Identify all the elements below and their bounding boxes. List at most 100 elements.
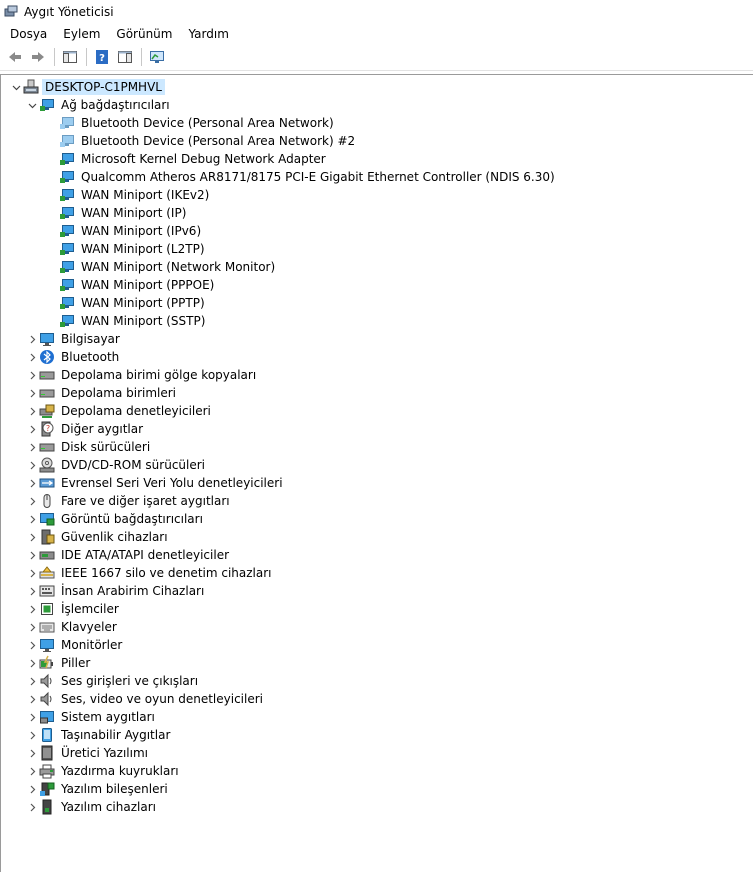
tree-item-label: WAN Miniport (SSTP) bbox=[81, 314, 206, 328]
device-category[interactable]: Evrensel Seri Veri Yolu denetleyicileri bbox=[1, 474, 753, 492]
device-category[interactable]: Depolama birimi gölge kopyaları bbox=[1, 366, 753, 384]
device-category[interactable]: Yazılım bileşenleri bbox=[1, 780, 753, 798]
network-adapter-item[interactable]: WAN Miniport (IP) bbox=[1, 204, 753, 222]
chevron-right-icon[interactable] bbox=[25, 456, 39, 474]
device-category[interactable]: Klavyeler bbox=[1, 618, 753, 636]
chevron-right-icon[interactable] bbox=[25, 582, 39, 600]
chevron-right-icon[interactable] bbox=[25, 618, 39, 636]
chevron-right-icon[interactable] bbox=[25, 744, 39, 762]
network-adapter-item[interactable]: WAN Miniport (IPv6) bbox=[1, 222, 753, 240]
device-category[interactable]: Sistem aygıtları bbox=[1, 708, 753, 726]
chevron-right-icon[interactable] bbox=[25, 708, 39, 726]
device-category[interactable]: Ses, video ve oyun denetleyicileri bbox=[1, 690, 753, 708]
forward-button[interactable] bbox=[27, 46, 49, 68]
device-category[interactable]: ? Diğer aygıtlar bbox=[1, 420, 753, 438]
scan-hardware-button[interactable] bbox=[146, 46, 168, 68]
chevron-right-icon[interactable] bbox=[25, 474, 39, 492]
chevron-right-icon[interactable] bbox=[25, 780, 39, 798]
tree-item-label: Microsoft Kernel Debug Network Adapter bbox=[81, 152, 326, 166]
chevron-right-icon[interactable] bbox=[25, 690, 39, 708]
chevron-right-icon[interactable] bbox=[25, 384, 39, 402]
tree-root-computer[interactable]: DESKTOP-C1PMHVL bbox=[1, 78, 753, 96]
menu-help[interactable]: Yardım bbox=[180, 24, 236, 44]
device-category[interactable]: İnsan Arabirim Cihazları bbox=[1, 582, 753, 600]
device-category[interactable]: Üretici Yazılımı bbox=[1, 744, 753, 762]
chevron-right-icon[interactable] bbox=[25, 420, 39, 438]
device-category[interactable]: Görüntü bağdaştırıcıları bbox=[1, 510, 753, 528]
chevron-right-icon[interactable] bbox=[25, 438, 39, 456]
chevron-right-icon[interactable] bbox=[25, 546, 39, 564]
chevron-right-icon[interactable] bbox=[25, 330, 39, 348]
chevron-right-icon[interactable] bbox=[25, 654, 39, 672]
device-category[interactable]: Depolama denetleyicileri bbox=[1, 402, 753, 420]
device-category[interactable]: IDE ATA/ATAPI denetleyiciler bbox=[1, 546, 753, 564]
drive-icon bbox=[39, 367, 55, 383]
network-adapter-item[interactable]: Microsoft Kernel Debug Network Adapter bbox=[1, 150, 753, 168]
chevron-right-icon[interactable] bbox=[25, 798, 39, 816]
device-category[interactable]: Disk sürücüleri bbox=[1, 438, 753, 456]
device-category[interactable]: İşlemciler bbox=[1, 600, 753, 618]
tree-item-label: Bluetooth bbox=[61, 350, 120, 364]
chevron-right-icon[interactable] bbox=[25, 402, 39, 420]
help-button[interactable]: ? bbox=[91, 46, 113, 68]
device-manager-icon bbox=[4, 5, 18, 19]
network-adapter-item[interactable]: WAN Miniport (IKEv2) bbox=[1, 186, 753, 204]
device-category[interactable]: IEEE 1667 silo ve denetim cihazları bbox=[1, 564, 753, 582]
chevron-right-icon[interactable] bbox=[25, 510, 39, 528]
chevron-right-icon[interactable] bbox=[25, 636, 39, 654]
chevron-right-icon[interactable] bbox=[25, 762, 39, 780]
device-category[interactable]: Depolama birimleri bbox=[1, 384, 753, 402]
help-icon: ? bbox=[96, 50, 108, 64]
device-category[interactable]: Güvenlik cihazları bbox=[1, 528, 753, 546]
device-category[interactable]: DVD/CD-ROM sürücüleri bbox=[1, 456, 753, 474]
tree-item-label: Sistem aygıtları bbox=[61, 710, 155, 724]
chevron-right-icon[interactable] bbox=[25, 564, 39, 582]
tree-item-label: Depolama birimleri bbox=[61, 386, 177, 400]
chevron-right-icon[interactable] bbox=[25, 528, 39, 546]
device-category[interactable]: Yazdırma kuyrukları bbox=[1, 762, 753, 780]
network-adapter-icon bbox=[59, 187, 75, 203]
chevron-right-icon[interactable] bbox=[25, 366, 39, 384]
drive-icon bbox=[39, 439, 55, 455]
network-adapter-item[interactable]: WAN Miniport (Network Monitor) bbox=[1, 258, 753, 276]
device-category[interactable]: Fare ve diğer işaret aygıtları bbox=[1, 492, 753, 510]
chevron-right-icon[interactable] bbox=[25, 600, 39, 618]
forward-arrow-icon bbox=[32, 52, 44, 62]
ieee-icon bbox=[39, 565, 55, 581]
device-category[interactable]: Bilgisayar bbox=[1, 330, 753, 348]
network-adapter-icon bbox=[59, 295, 75, 311]
device-category[interactable]: Yazılım cihazları bbox=[1, 798, 753, 816]
device-category[interactable]: Taşınabilir Aygıtlar bbox=[1, 726, 753, 744]
chevron-down-icon[interactable] bbox=[9, 78, 23, 96]
category-network-adapters[interactable]: Ağ bağdaştırıcıları bbox=[1, 96, 753, 114]
device-category[interactable]: Piller bbox=[1, 654, 753, 672]
tree-item-label: Yazılım cihazları bbox=[61, 800, 156, 814]
toolbar-separator bbox=[141, 48, 142, 66]
menu-view[interactable]: Görünüm bbox=[108, 24, 180, 44]
device-category[interactable]: Monitörler bbox=[1, 636, 753, 654]
menu-action[interactable]: Eylem bbox=[55, 24, 108, 44]
action-pane-button[interactable] bbox=[114, 46, 136, 68]
chevron-right-icon[interactable] bbox=[25, 492, 39, 510]
chevron-right-icon[interactable] bbox=[25, 726, 39, 744]
network-adapter-item[interactable]: WAN Miniport (L2TP) bbox=[1, 240, 753, 258]
device-category[interactable]: Bluetooth bbox=[1, 348, 753, 366]
network-adapter-item[interactable]: Bluetooth Device (Personal Area Network)… bbox=[1, 132, 753, 150]
properties-view-button[interactable] bbox=[59, 46, 81, 68]
menu-file[interactable]: Dosya bbox=[2, 24, 55, 44]
chevron-right-icon[interactable] bbox=[25, 348, 39, 366]
chevron-down-icon[interactable] bbox=[25, 96, 39, 114]
back-button[interactable] bbox=[4, 46, 26, 68]
tree-item-label: WAN Miniport (PPPOE) bbox=[81, 278, 215, 292]
network-adapter-item[interactable]: WAN Miniport (SSTP) bbox=[1, 312, 753, 330]
network-adapter-item[interactable]: WAN Miniport (PPTP) bbox=[1, 294, 753, 312]
chevron-right-icon[interactable] bbox=[25, 672, 39, 690]
tree-item-label: IEEE 1667 silo ve denetim cihazları bbox=[61, 566, 272, 580]
device-category[interactable]: Ses girişleri ve çıkışları bbox=[1, 672, 753, 690]
network-adapter-item[interactable]: Qualcomm Atheros AR8171/8175 PCI-E Gigab… bbox=[1, 168, 753, 186]
tree-item-label: WAN Miniport (IKEv2) bbox=[81, 188, 210, 202]
console-tree-icon bbox=[63, 51, 77, 63]
network-adapter-item[interactable]: Bluetooth Device (Personal Area Network) bbox=[1, 114, 753, 132]
dvd-icon bbox=[39, 457, 55, 473]
network-adapter-item[interactable]: WAN Miniport (PPPOE) bbox=[1, 276, 753, 294]
